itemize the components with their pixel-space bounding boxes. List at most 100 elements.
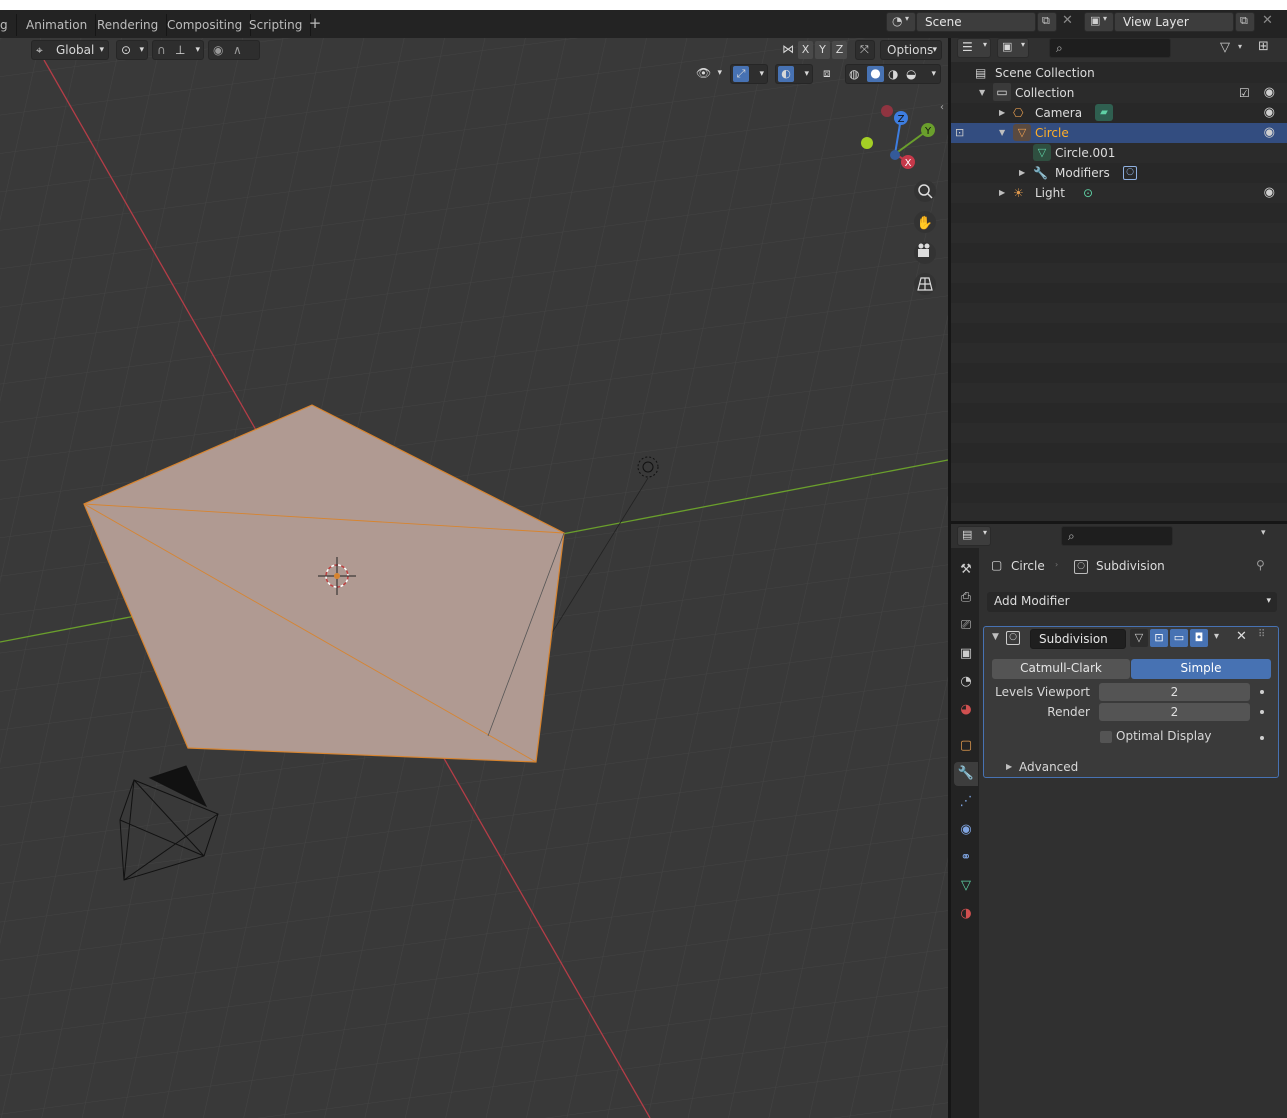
- catmull-clark-button[interactable]: Catmull-Clark: [992, 659, 1130, 679]
- chevron-down-icon[interactable]: ▾: [1261, 528, 1266, 538]
- xray-toggle[interactable]: ⧈: [820, 64, 840, 84]
- advanced-subpanel-label[interactable]: Advanced: [1019, 760, 1078, 774]
- perspective-toggle-button[interactable]: [914, 273, 936, 295]
- mirror-x-toggle[interactable]: X: [798, 41, 813, 59]
- close-icon[interactable]: ✕: [1062, 13, 1073, 28]
- chevron-down-icon[interactable]: ▾: [1214, 631, 1219, 642]
- properties-search-input[interactable]: ⌕: [1061, 526, 1173, 546]
- optimal-display-checkbox[interactable]: [1100, 731, 1112, 743]
- view-layer-tab-icon[interactable]: ▣: [954, 642, 978, 666]
- rendered-shading-icon[interactable]: ◒: [906, 65, 916, 83]
- eye-icon[interactable]: ◉: [1264, 183, 1275, 203]
- tab-compositing[interactable]: Compositing: [159, 14, 252, 36]
- expand-toggle-icon[interactable]: ▶: [1019, 163, 1025, 183]
- output-tab-icon[interactable]: ⎚: [954, 614, 978, 638]
- new-collection-icon[interactable]: ⊞: [1258, 39, 1269, 54]
- material-shading-icon[interactable]: ◑: [888, 65, 898, 83]
- expand-toggle-icon[interactable]: ▼: [999, 123, 1005, 143]
- simple-button[interactable]: Simple: [1131, 659, 1271, 679]
- expand-toggle-icon[interactable]: ▼: [979, 83, 985, 103]
- outliner-row-circle[interactable]: ⊡ ▼ ▽ Circle ◉: [951, 123, 1287, 143]
- eye-icon[interactable]: ◉: [1264, 83, 1275, 103]
- view-layer-type-button[interactable]: ▣ ▾: [1084, 12, 1114, 32]
- levels-viewport-field[interactable]: 2: [1099, 683, 1250, 701]
- new-scene-button[interactable]: ⧉: [1037, 12, 1057, 32]
- edit-mode-icon[interactable]: ⊡: [955, 123, 964, 143]
- options-dropdown[interactable]: Options ▾: [880, 40, 942, 60]
- modifier-tab-icon[interactable]: 🔧: [954, 762, 978, 786]
- eye-icon[interactable]: ◉: [1264, 123, 1275, 143]
- keyframe-dot-icon[interactable]: [1260, 736, 1264, 740]
- snap-dropdown[interactable]: ∩ ⊥ ▾: [152, 40, 204, 60]
- pivot-point-dropdown[interactable]: ⊙ ▾: [116, 40, 148, 60]
- render-tab-icon[interactable]: ⎙: [954, 586, 978, 610]
- outliner-row-camera[interactable]: ▶ ⎔ Camera ▰ ◉: [951, 103, 1287, 123]
- world-tab-icon[interactable]: ◕: [954, 698, 978, 722]
- add-workspace-button[interactable]: +: [306, 15, 324, 33]
- pin-icon[interactable]: ⚲: [1256, 558, 1265, 572]
- close-icon[interactable]: ✕: [1262, 13, 1273, 28]
- viewport-toggle-icon[interactable]: ▭: [1170, 629, 1188, 647]
- mirror-y-toggle[interactable]: Y: [815, 41, 830, 59]
- outliner-row-modifiers[interactable]: ▶ 🔧 Modifiers ○: [951, 163, 1287, 183]
- close-icon[interactable]: ✕: [1236, 629, 1247, 644]
- chevron-down-icon[interactable]: ▾: [931, 65, 936, 83]
- wireframe-shading-icon[interactable]: ◍: [849, 65, 859, 83]
- modifier-name-field[interactable]: Subdivision: [1030, 629, 1126, 649]
- tab-scripting[interactable]: Scripting: [241, 14, 312, 36]
- tab-rendering[interactable]: Rendering: [89, 14, 168, 36]
- editor-type-button[interactable]: ☰ ▾: [957, 38, 991, 58]
- scene-tab-icon[interactable]: ◔: [954, 670, 978, 694]
- gizmo-toggle[interactable]: ⤢ ▾: [730, 64, 768, 84]
- new-view-layer-button[interactable]: ⧉: [1235, 12, 1255, 32]
- scene-type-button[interactable]: ◔ ▾: [886, 12, 916, 32]
- eye-icon[interactable]: ◉: [1264, 103, 1275, 123]
- outliner-row-scene-collection[interactable]: ▤ Scene Collection: [951, 63, 1287, 83]
- camera-view-button[interactable]: [914, 242, 936, 264]
- 3d-viewport[interactable]: Z Y X ✋ ⌖ Global ▾ ⊙ ▾ ∩ ⊥ ▾ ◉ ∧ ⋈ X Y Z…: [0, 38, 948, 1118]
- pan-button[interactable]: ✋: [914, 211, 936, 233]
- material-tab-icon[interactable]: ◑: [954, 902, 978, 926]
- outliner-row-collection[interactable]: ▼ ▭ Collection ☑ ◉: [951, 83, 1287, 103]
- cage-toggle-icon[interactable]: ⊡: [1150, 629, 1168, 647]
- auto-merge-toggle[interactable]: ⤧: [855, 40, 875, 60]
- physics-tab-icon[interactable]: ◉: [954, 818, 978, 842]
- expand-toggle-icon[interactable]: ▶: [1006, 762, 1012, 771]
- particles-tab-icon[interactable]: ⋰: [954, 790, 978, 814]
- mirror-z-toggle[interactable]: Z: [832, 41, 847, 59]
- display-mode-button[interactable]: ▣ ▾: [997, 38, 1029, 58]
- constraints-tab-icon[interactable]: ⚭: [954, 846, 978, 870]
- add-modifier-dropdown[interactable]: Add Modifier ▾: [987, 592, 1277, 612]
- expand-toggle-icon[interactable]: ▶: [999, 103, 1005, 123]
- proportional-editing-dropdown[interactable]: ◉ ∧: [208, 40, 260, 60]
- editor-type-button[interactable]: ▤ ▾: [957, 526, 991, 546]
- edit-mode-toggle-icon[interactable]: ▽: [1130, 629, 1148, 647]
- checkbox-icon[interactable]: ☑: [1239, 83, 1250, 103]
- render-levels-field[interactable]: 2: [1099, 703, 1250, 721]
- keyframe-dot-icon[interactable]: [1260, 690, 1264, 694]
- filter-icon[interactable]: ▽: [1220, 40, 1230, 55]
- overlays-toggle[interactable]: ◐ ▾: [775, 64, 813, 84]
- keyframe-dot-icon[interactable]: [1260, 710, 1264, 714]
- solid-shading-icon[interactable]: ●: [867, 66, 884, 82]
- drag-handle-icon[interactable]: ⠿: [1258, 629, 1265, 640]
- render-toggle-icon[interactable]: ◘: [1190, 629, 1208, 647]
- outliner-row-light[interactable]: ▶ ☀ Light ⊙ ◉: [951, 183, 1287, 203]
- visibility-dropdown[interactable]: 👁 ▾: [694, 64, 724, 84]
- viewport-canvas[interactable]: Z Y X ✋: [0, 38, 948, 1118]
- object-tab-icon[interactable]: ▢: [954, 734, 978, 758]
- collapse-toggle-icon[interactable]: ▼: [992, 632, 999, 642]
- scene-name-field[interactable]: Scene: [916, 12, 1036, 32]
- outliner-row-circle-001[interactable]: ▽ Circle.001: [951, 143, 1287, 163]
- outliner-search-input[interactable]: ⌕: [1049, 38, 1171, 58]
- data-tab-icon[interactable]: ▽: [954, 874, 978, 898]
- chevron-down-icon[interactable]: ▾: [1238, 42, 1242, 51]
- view-layer-name-field[interactable]: View Layer: [1114, 12, 1234, 32]
- collapse-sidebar-icon[interactable]: ‹: [940, 102, 944, 113]
- zoom-button[interactable]: [914, 180, 936, 202]
- tool-tab-icon[interactable]: ⚒: [954, 558, 978, 582]
- transform-orientation-dropdown[interactable]: ⌖ Global ▾: [31, 40, 109, 60]
- tab-layout[interactable]: g: [0, 14, 17, 36]
- expand-toggle-icon[interactable]: ▶: [999, 183, 1005, 203]
- tab-animation[interactable]: Animation: [18, 14, 97, 36]
